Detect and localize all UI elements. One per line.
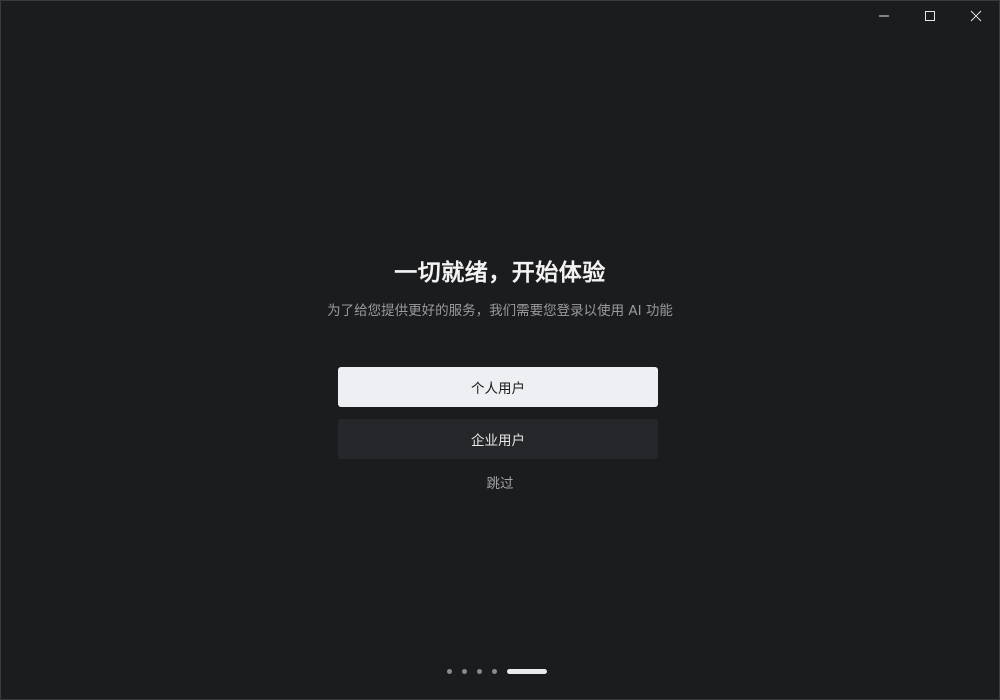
page-dot-1[interactable]: [447, 669, 452, 674]
page-title: 一切就绪，开始体验: [394, 260, 606, 286]
page-indicator: [447, 669, 547, 674]
personal-user-button[interactable]: 个人用户: [338, 367, 658, 407]
page-dot-2[interactable]: [462, 669, 467, 674]
onboarding-panel: 一切就绪，开始体验 为了给您提供更好的服务，我们需要您登录以使用 AI 功能 个…: [1, 1, 999, 699]
page-dot-3[interactable]: [477, 669, 482, 674]
skip-link[interactable]: 跳过: [470, 472, 530, 492]
page-dot-5-active[interactable]: [507, 669, 547, 674]
page-dot-4[interactable]: [492, 669, 497, 674]
enterprise-user-button[interactable]: 企业用户: [338, 419, 658, 459]
page-subtitle: 为了给您提供更好的服务，我们需要您登录以使用 AI 功能: [327, 303, 673, 319]
app-window: 一切就绪，开始体验 为了给您提供更好的服务，我们需要您登录以使用 AI 功能 个…: [0, 0, 1000, 700]
